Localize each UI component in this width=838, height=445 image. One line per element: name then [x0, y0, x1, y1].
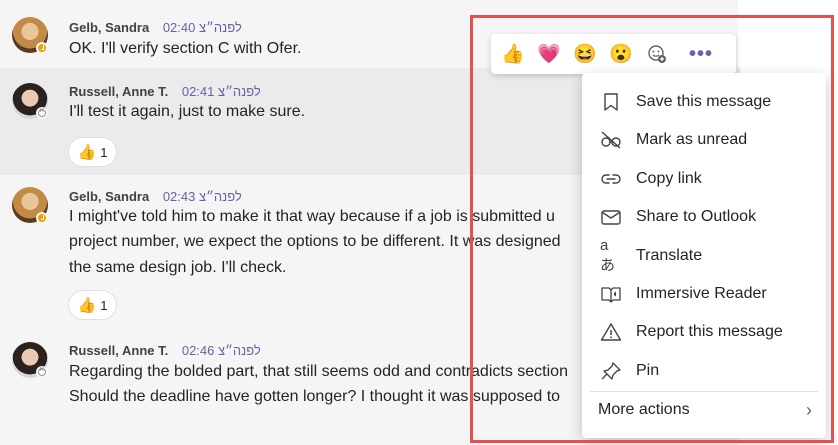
thumbs-up-icon: 👍 — [77, 144, 97, 161]
timestamp: לפנה״צ 02:41 — [181, 84, 261, 99]
reaction-chip[interactable]: 👍 1 — [68, 290, 117, 320]
message-context-menu: Save this message Mark as unread Copy li… — [582, 73, 826, 438]
menu-item-pin[interactable]: Pin — [582, 352, 826, 390]
menu-item-share-outlook[interactable]: Share to Outlook — [582, 198, 826, 236]
message-text: I might've told him to make it that way … — [69, 208, 555, 225]
laugh-reaction-button[interactable]: 😆 — [567, 36, 603, 72]
translate-icon: aあ — [600, 237, 616, 274]
away-status-icon — [36, 212, 48, 224]
pin-icon — [600, 360, 622, 382]
offline-status-icon — [36, 364, 48, 378]
message-text: project number, we expect the options to… — [69, 233, 561, 250]
timestamp: לפנה״צ 02:43 — [162, 189, 242, 204]
message-text: the same design job. I'll check. — [69, 259, 287, 276]
reaction-bar: 👍 💗 😆 😮 ••• — [491, 34, 736, 74]
menu-item-immersive-reader[interactable]: Immersive Reader — [582, 275, 826, 313]
away-status-icon — [36, 42, 48, 54]
menu-item-translate[interactable]: aあ Translate — [582, 237, 826, 275]
thumbs-up-icon: 👍 — [77, 297, 97, 314]
heart-reaction-button[interactable]: 💗 — [531, 36, 567, 72]
author-name[interactable]: Gelb, Sandra — [69, 20, 149, 35]
author-name[interactable]: Gelb, Sandra — [69, 189, 149, 204]
reaction-count: 1 — [100, 144, 108, 160]
message-text: Should the deadline have gotten longer? … — [69, 388, 561, 405]
chevron-right-icon: › — [806, 400, 812, 420]
menu-item-report[interactable]: Report this message — [582, 313, 826, 351]
mail-icon — [600, 206, 622, 228]
add-reaction-icon[interactable] — [639, 36, 675, 72]
timestamp: לפנה״צ 02:40 — [162, 20, 242, 35]
message-text: Regarding the bolded part, that still se… — [69, 363, 568, 380]
menu-item-mark-unread[interactable]: Mark as unread — [582, 121, 826, 159]
offline-status-icon — [36, 105, 48, 119]
menu-item-copy-link[interactable]: Copy link — [582, 160, 826, 198]
like-reaction-button[interactable]: 👍 — [495, 36, 531, 72]
more-options-icon[interactable]: ••• — [681, 36, 721, 72]
warning-icon — [600, 321, 622, 343]
author-name[interactable]: Russell, Anne T. — [69, 84, 168, 99]
author-name[interactable]: Russell, Anne T. — [69, 343, 168, 358]
reaction-count: 1 — [100, 297, 108, 313]
surprised-reaction-button[interactable]: 😮 — [603, 36, 639, 72]
link-icon — [600, 168, 622, 190]
glasses-off-icon — [600, 129, 622, 151]
reaction-chip[interactable]: 👍 1 — [68, 137, 117, 167]
message-text: OK. I'll verify section C with Ofer. — [69, 40, 302, 57]
menu-item-save[interactable]: Save this message — [582, 83, 826, 121]
bookmark-icon — [600, 91, 622, 113]
menu-item-more-actions[interactable]: More actions › — [582, 391, 826, 429]
immersive-reader-icon — [600, 283, 622, 305]
timestamp: לפנה״צ 02:46 — [181, 343, 261, 358]
message-text: I'll test it again, just to make sure. — [69, 103, 306, 120]
